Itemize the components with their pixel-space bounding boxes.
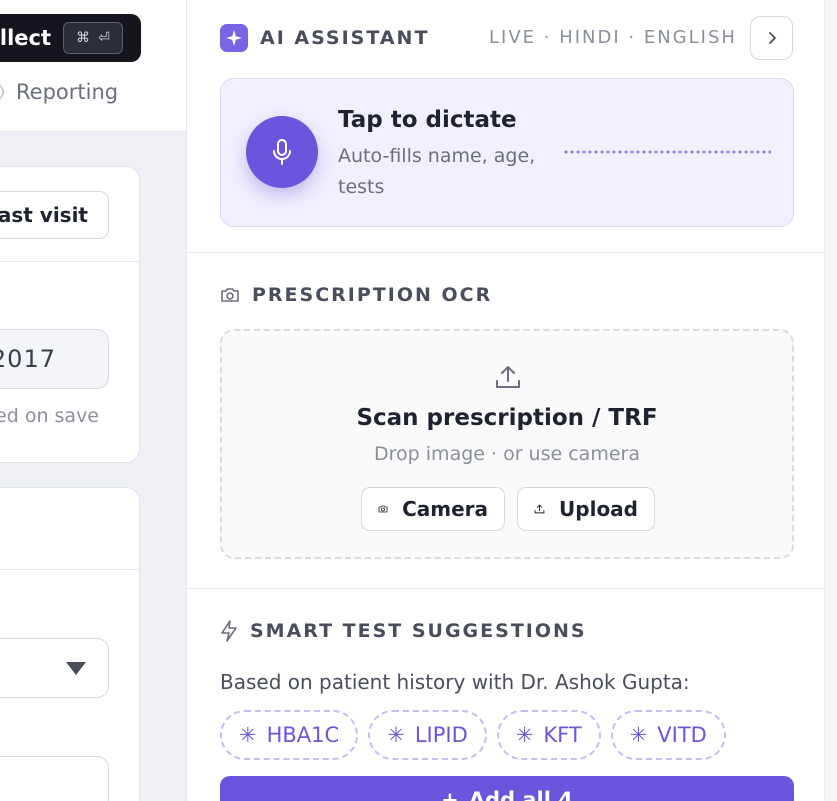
section-divider <box>187 252 824 253</box>
sparkle-icon <box>220 24 248 52</box>
test-chip-label: KFT <box>543 723 582 747</box>
dictate-card[interactable]: Tap to dictate Auto-fills name, age, tes… <box>220 78 794 227</box>
shortcut-badge: ⌘ ⏎ <box>63 22 123 54</box>
sparkle-icon: ✳ <box>629 723 648 747</box>
ocr-header: PRESCRIPTION OCR <box>220 284 492 306</box>
command-key-icon: ⌘ <box>76 30 91 46</box>
add-all-label: Add all 4 <box>468 788 573 801</box>
microphone-icon <box>273 139 291 165</box>
nav-item-reporting-label: Reporting <box>16 80 119 104</box>
radio-icon <box>0 83 4 101</box>
suggestions-header: SMART TEST SUGGESTIONS <box>220 620 587 642</box>
left-panel: Collect ⌘ ⏎ Reporting Last visit 9810002… <box>0 0 186 801</box>
dictate-subtitle: Auto-fills name, age, tests <box>338 145 536 198</box>
test-chip-label: VITD <box>657 723 707 747</box>
ocr-title: PRESCRIPTION OCR <box>252 284 493 306</box>
nav-item-reporting[interactable]: Reporting <box>0 80 118 104</box>
card-divider <box>0 569 139 570</box>
phone-field[interactable]: 9810002017 <box>0 329 109 389</box>
sparkle-icon: ✳ <box>387 723 405 747</box>
camera-button-label: Camera <box>402 497 488 521</box>
expand-button[interactable] <box>750 16 793 60</box>
caret-down-icon <box>66 662 86 675</box>
camera-button[interactable]: Camera <box>361 487 505 531</box>
mic-button[interactable] <box>246 116 318 188</box>
card-divider <box>0 261 139 262</box>
prescription-dropzone[interactable]: Scan prescription / TRF Drop image · or … <box>220 329 794 559</box>
doctor-select[interactable] <box>0 638 109 698</box>
last-visit-button[interactable]: Last visit <box>0 191 109 239</box>
ai-assistant-title: AI ASSISTANT <box>260 27 430 49</box>
section-divider <box>187 588 824 589</box>
test-chip-label: LIPID <box>414 723 468 747</box>
language-indicator: LIVE · HINDI · ENGLISH <box>489 27 737 48</box>
lightning-icon <box>221 620 237 642</box>
dictate-title: Tap to dictate <box>338 107 517 133</box>
plus-icon: + <box>441 788 459 801</box>
upload-button-label: Upload <box>559 497 638 521</box>
text-field[interactable] <box>0 756 109 801</box>
sparkle-icon: ✳ <box>239 723 257 747</box>
camera-icon <box>378 505 388 513</box>
saved-note: Saved on save <box>0 405 99 427</box>
collect-button-label: Collect <box>0 26 51 50</box>
patient-card: Last visit 9810002017 Saved on save <box>0 166 140 463</box>
scrollbar[interactable] <box>824 0 837 801</box>
suggestion-chips: ✳ HBA1C ✳ LIPID ✳ KFT ✳ VITD <box>220 710 726 760</box>
ai-assistant-header: AI ASSISTANT <box>220 24 429 52</box>
suggestions-note: Based on patient history with Dr. Ashok … <box>220 670 690 694</box>
waveform-icon <box>563 149 771 155</box>
scan-subtitle: Drop image · or use camera <box>374 443 640 465</box>
upload-button[interactable]: Upload <box>517 487 655 531</box>
test-chip-label: HBA1C <box>266 723 340 747</box>
assistant-panel: AI ASSISTANT LIVE · HINDI · ENGLISH Tap … <box>186 0 824 801</box>
test-chip-hba1c[interactable]: ✳ HBA1C <box>220 710 359 760</box>
add-all-button[interactable]: + Add all 4 <box>220 776 794 801</box>
camera-icon <box>221 288 239 302</box>
test-chip-kft[interactable]: ✳ KFT <box>496 710 601 760</box>
suggestions-title: SMART TEST SUGGESTIONS <box>250 620 587 642</box>
enter-key-icon: ⏎ <box>98 30 110 46</box>
details-card <box>0 487 140 801</box>
upload-icon <box>534 504 545 514</box>
chevron-right-icon <box>768 32 776 44</box>
top-bar: Collect ⌘ ⏎ Reporting <box>0 0 186 132</box>
test-chip-vitd[interactable]: ✳ VITD <box>610 710 726 760</box>
test-chip-lipid[interactable]: ✳ LIPID <box>368 710 487 760</box>
sparkle-icon: ✳ <box>515 723 534 747</box>
upload-icon <box>496 366 520 388</box>
collect-button[interactable]: Collect ⌘ ⏎ <box>0 14 141 62</box>
scan-title: Scan prescription / TRF <box>356 405 658 431</box>
